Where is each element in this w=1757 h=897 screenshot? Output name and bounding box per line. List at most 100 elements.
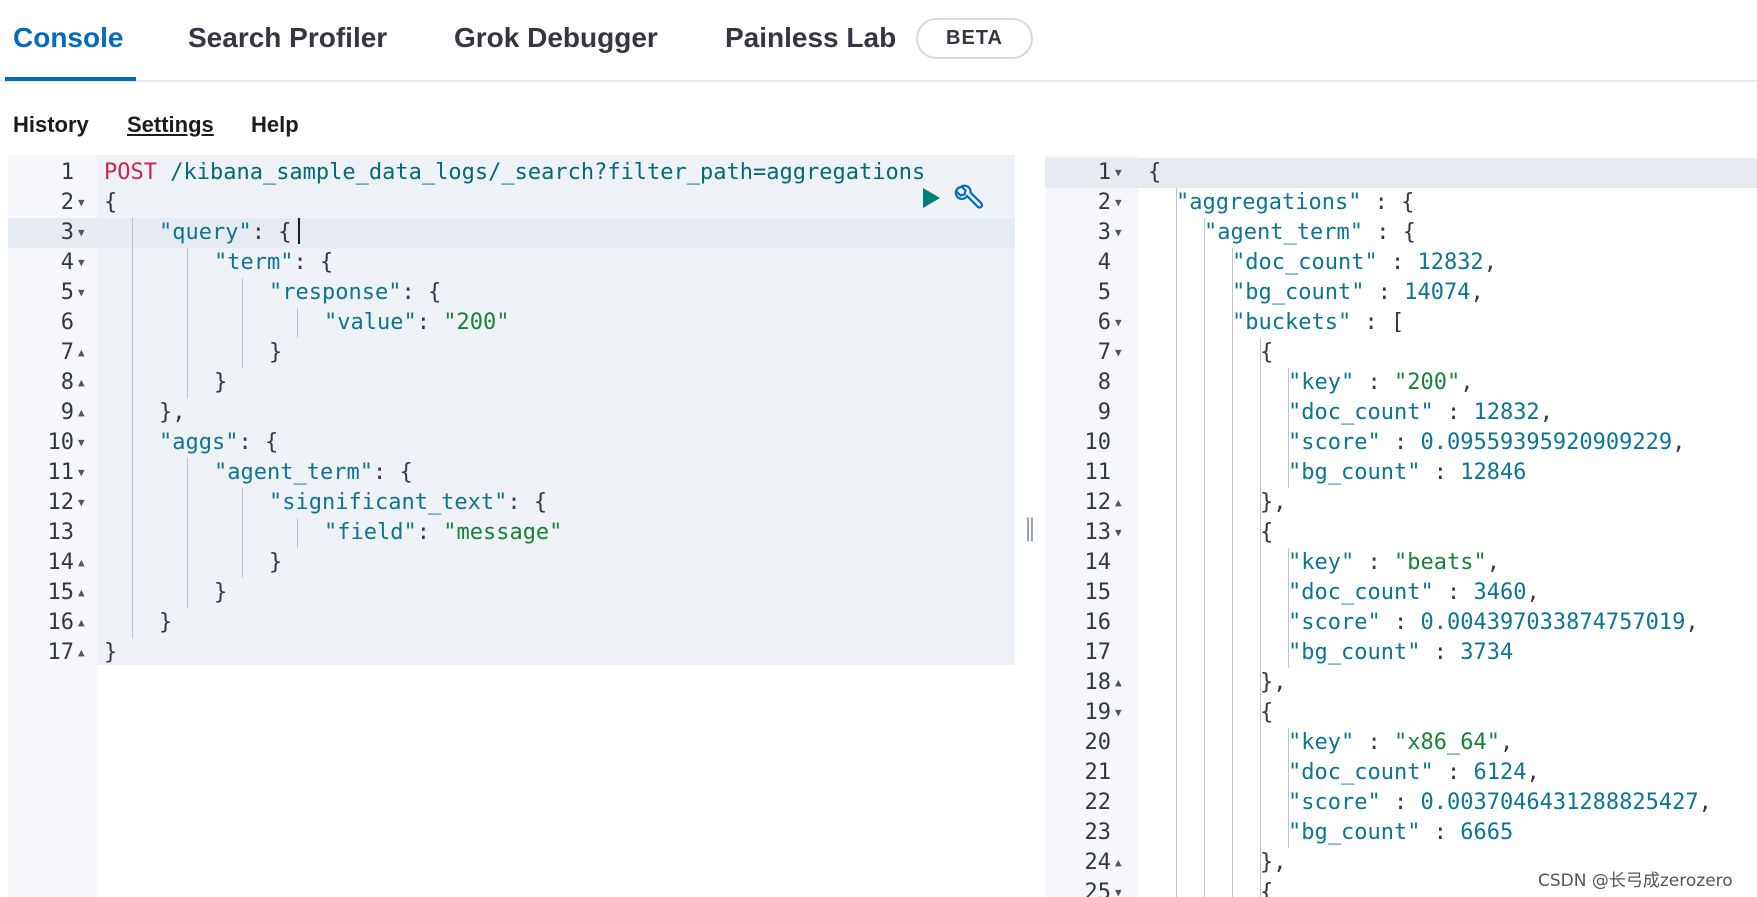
code-line[interactable]: }, (1260, 488, 1287, 518)
code-line[interactable]: "score" : 0.09559395920909229, (1288, 428, 1685, 458)
json-key: "significant_text" (269, 490, 508, 515)
code-line[interactable]: "score" : 0.0037046431288825427, (1288, 788, 1712, 818)
play-icon[interactable] (920, 186, 942, 210)
code-line[interactable]: "bg_count" : 3734 (1288, 638, 1513, 668)
code-line[interactable]: "doc_count" : 12832, (1288, 398, 1553, 428)
code-line[interactable]: "agent_term": { (214, 458, 413, 488)
code-line[interactable]: } (269, 548, 282, 578)
code-line[interactable]: }, (159, 398, 186, 428)
fold-collapse-icon[interactable]: ▼ (1115, 188, 1122, 218)
json-key: "key" (1288, 370, 1355, 395)
tab-console[interactable]: Console (13, 22, 123, 54)
code-line[interactable]: } (159, 608, 172, 638)
code-line[interactable]: } (104, 638, 117, 668)
fold-collapse-icon[interactable]: ▼ (1115, 338, 1122, 368)
fold-expand-icon[interactable]: ▲ (1115, 668, 1122, 698)
code-line[interactable]: } (214, 368, 227, 398)
code-line[interactable]: "key" : "x86_64", (1288, 728, 1513, 758)
code-line[interactable]: "key" : "beats", (1288, 548, 1500, 578)
json-key: "agent_term" (214, 460, 373, 485)
tab-search-profiler[interactable]: Search Profiler (188, 22, 387, 54)
code-line[interactable]: "significant_text": { (269, 488, 547, 518)
json-punctuation: }, (1260, 850, 1287, 875)
code-line[interactable]: "query": { (159, 218, 291, 248)
code-line[interactable]: "response": { (269, 278, 441, 308)
json-string: "message" (443, 520, 563, 545)
fold-expand-icon[interactable]: ▲ (78, 368, 85, 398)
fold-expand-icon[interactable]: ▲ (78, 638, 85, 668)
line-number: 13 (1084, 520, 1112, 545)
fold-collapse-icon[interactable]: ▼ (78, 458, 85, 488)
code-line[interactable]: { (1260, 518, 1273, 548)
code-line[interactable]: }, (1260, 848, 1287, 878)
code-line[interactable]: { (1148, 158, 1161, 188)
code-line[interactable]: }, (1260, 668, 1287, 698)
indent-guide (242, 308, 243, 338)
code-line[interactable]: "aggs": { (159, 428, 278, 458)
indent-guide (1204, 398, 1205, 428)
indent-guide (132, 428, 133, 458)
code-line[interactable]: { (104, 188, 117, 218)
fold-expand-icon[interactable]: ▲ (1115, 848, 1122, 878)
indent-guide (1232, 758, 1233, 788)
code-line[interactable]: { (1260, 878, 1273, 897)
fold-expand-icon[interactable]: ▲ (78, 578, 85, 608)
line-number: 16 (47, 610, 75, 635)
code-line[interactable]: "key" : "200", (1288, 368, 1473, 398)
code-line[interactable]: "doc_count" : 6124, (1288, 758, 1540, 788)
watermark: CSDN @长弓成zerozero (1538, 871, 1733, 891)
code-line[interactable]: } (214, 578, 227, 608)
fold-collapse-icon[interactable]: ▼ (1115, 518, 1122, 548)
tab-painless-lab[interactable]: Painless Lab (725, 22, 896, 54)
code-line[interactable]: "bg_count" : 6665 (1288, 818, 1513, 848)
settings-link[interactable]: Settings (127, 112, 214, 138)
code-line[interactable]: "doc_count" : 3460, (1288, 578, 1540, 608)
response-viewer[interactable]: 1 ▼{2 ▼ "aggregations" : {3 ▼ "agent_term" : … (1045, 155, 1757, 897)
line-number: 15 (47, 580, 75, 605)
code-line[interactable]: "aggregations" : { (1176, 188, 1414, 218)
fold-expand-icon[interactable]: ▲ (78, 338, 85, 368)
code-line[interactable]: "bg_count" : 12846 (1288, 458, 1526, 488)
fold-expand-icon[interactable]: ▲ (78, 608, 85, 638)
history-link[interactable]: History (13, 112, 89, 138)
fold-collapse-icon[interactable]: ▼ (78, 488, 85, 518)
indent-guide (187, 458, 188, 488)
code-line[interactable]: "score" : 0.004397033874757019, (1288, 608, 1699, 638)
code-line[interactable]: "field": "message" (324, 518, 562, 548)
fold-expand-icon[interactable]: ▲ (78, 548, 85, 578)
code-line[interactable]: "doc_count" : 12832, (1232, 248, 1497, 278)
fold-collapse-icon[interactable]: ▼ (78, 278, 85, 308)
code-line[interactable]: POST /kibana_sample_data_logs/_search?fi… (104, 158, 925, 188)
code-line[interactable]: "term": { (214, 248, 333, 278)
tab-grok-debugger[interactable]: Grok Debugger (454, 22, 658, 54)
json-key: "score" (1288, 790, 1381, 815)
code-line[interactable]: "bg_count" : 14074, (1232, 278, 1484, 308)
code-line[interactable]: "value": "200" (324, 308, 509, 338)
code-line[interactable]: { (1260, 338, 1273, 368)
indent-guide (242, 488, 243, 518)
indent-guide (132, 578, 133, 608)
help-link[interactable]: Help (251, 112, 299, 138)
wrench-icon[interactable] (952, 183, 984, 215)
fold-collapse-icon[interactable]: ▼ (78, 188, 85, 218)
fold-collapse-icon[interactable]: ▼ (1115, 158, 1122, 188)
fold-collapse-icon[interactable]: ▼ (78, 428, 85, 458)
resize-grip-icon[interactable]: ‖ (1024, 514, 1036, 542)
fold-collapse-icon[interactable]: ▼ (1115, 308, 1122, 338)
fold-collapse-icon[interactable]: ▼ (1115, 698, 1122, 728)
fold-collapse-icon[interactable]: ▼ (1115, 878, 1122, 897)
code-line[interactable]: "buckets" : [ (1232, 308, 1404, 338)
fold-expand-icon[interactable]: ▲ (78, 398, 85, 428)
fold-collapse-icon[interactable]: ▼ (78, 248, 85, 278)
request-editor[interactable]: 1 POST /kibana_sample_data_logs/_search?f… (8, 155, 1017, 897)
code-line[interactable]: } (269, 338, 282, 368)
json-punctuation: : (1380, 430, 1421, 455)
indent-guide (132, 368, 133, 398)
indent-guide (1204, 698, 1205, 728)
code-line[interactable]: { (1260, 698, 1273, 728)
fold-collapse-icon[interactable]: ▼ (1115, 218, 1122, 248)
code-line[interactable]: "agent_term" : { (1204, 218, 1416, 248)
fold-collapse-icon[interactable]: ▼ (78, 218, 85, 248)
json-punctuation: , (1486, 550, 1500, 575)
fold-expand-icon[interactable]: ▲ (1115, 488, 1122, 518)
